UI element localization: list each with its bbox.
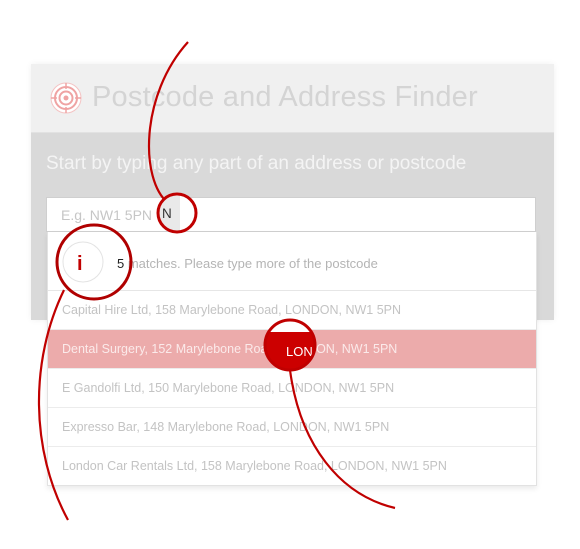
result-address: London Car Rentals Ltd, 158 Marylebone R… [62, 459, 447, 473]
search-prompt: Start by typing any part of an address o… [46, 153, 467, 174]
panel-header: Postcode and Address Finder [31, 64, 554, 133]
result-address: Dental Surgery, 152 Marylebone Road, LON… [62, 342, 398, 356]
result-address: Capital Hire Ltd, 158 Marylebone Road, L… [62, 303, 402, 317]
result-item[interactable]: E Gandolfi Ltd, 150 Marylebone Road, LON… [48, 369, 536, 408]
status-row: 5 matches. Please type more of the postc… [48, 232, 536, 291]
result-address: E Gandolfi Ltd, 150 Marylebone Road, LON… [62, 381, 395, 395]
target-icon [50, 82, 82, 114]
result-item[interactable]: Capital Hire Ltd, 158 Marylebone Road, L… [48, 291, 536, 330]
result-item[interactable]: London Car Rentals Ltd, 158 Marylebone R… [48, 447, 536, 485]
postcode-search-input[interactable] [46, 197, 536, 232]
status-text: matches. Please type more of the postcod… [124, 256, 378, 271]
results-dropdown: 5 matches. Please type more of the postc… [47, 232, 537, 486]
app-title: Postcode and Address Finder [92, 81, 478, 113]
result-item[interactable]: Expresso Bar, 148 Marylebone Road, LONDO… [48, 408, 536, 447]
result-item-selected[interactable]: Dental Surgery, 152 Marylebone Road, LON… [48, 330, 536, 369]
result-address: Expresso Bar, 148 Marylebone Road, LONDO… [62, 420, 390, 434]
status-message: 5 matches. Please type more of the postc… [117, 256, 378, 271]
